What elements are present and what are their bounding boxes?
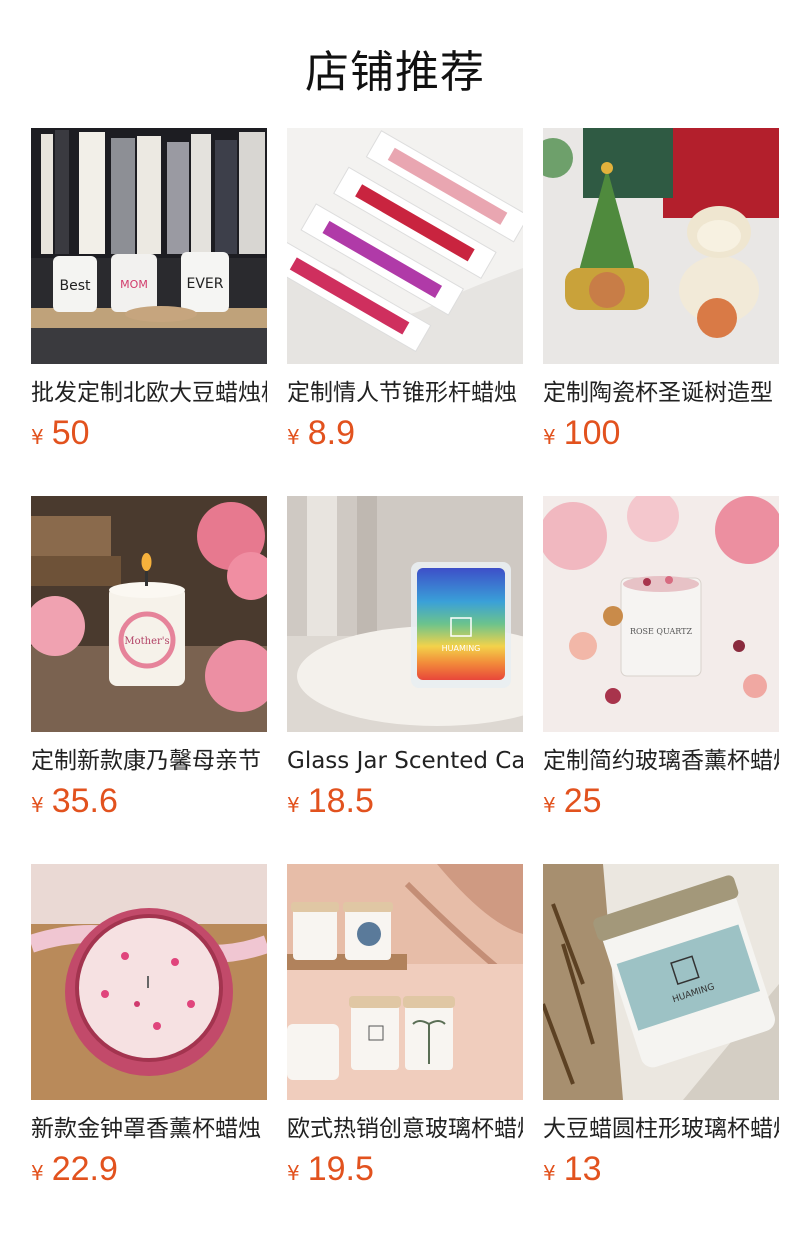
product-price: ¥ 13 bbox=[543, 1150, 779, 1194]
svg-text:EVER: EVER bbox=[187, 276, 224, 292]
product-price: ¥ 22.9 bbox=[31, 1150, 267, 1194]
product-card[interactable]: HUAMING Glass Jar Scented Candle ¥ 18.5 bbox=[287, 496, 523, 864]
product-price: ¥ 8.9 bbox=[287, 414, 523, 458]
svg-text:Best: Best bbox=[59, 278, 91, 294]
product-price: ¥ 100 bbox=[543, 414, 779, 458]
currency-symbol: ¥ bbox=[287, 425, 300, 449]
product-name[interactable]: 欧式热销创意玻璃杯蜡烛 bbox=[287, 1114, 523, 1144]
currency-symbol: ¥ bbox=[543, 793, 556, 817]
product-image[interactable]: Best MOM EVER bbox=[31, 128, 267, 364]
product-name[interactable]: 定制陶瓷杯圣诞树造型 bbox=[543, 378, 779, 408]
svg-text:Mother's: Mother's bbox=[124, 636, 169, 647]
product-name[interactable]: Glass Jar Scented Candle bbox=[287, 746, 523, 776]
product-card[interactable]: 欧式热销创意玻璃杯蜡烛 ¥ 19.5 bbox=[287, 864, 523, 1232]
product-name[interactable]: 大豆蜡圆柱形玻璃杯蜡烛 bbox=[543, 1114, 779, 1144]
product-price: ¥ 19.5 bbox=[287, 1150, 523, 1194]
currency-symbol: ¥ bbox=[287, 1161, 300, 1185]
currency-symbol: ¥ bbox=[287, 793, 300, 817]
product-image[interactable] bbox=[287, 128, 523, 364]
product-card[interactable]: 定制陶瓷杯圣诞树造型 ¥ 100 bbox=[543, 128, 779, 496]
product-name[interactable]: 定制情人节锥形杆蜡烛 bbox=[287, 378, 523, 408]
currency-symbol: ¥ bbox=[31, 1161, 44, 1185]
product-card[interactable]: 定制情人节锥形杆蜡烛 ¥ 8.9 bbox=[287, 128, 523, 496]
product-name[interactable]: 新款金钟罩香薰杯蜡烛 bbox=[31, 1114, 267, 1144]
product-image[interactable] bbox=[543, 128, 779, 364]
product-card[interactable]: ROSE QUARTZ 定制简约玻璃香薰杯蜡烛 ¥ 25 bbox=[543, 496, 779, 864]
currency-symbol: ¥ bbox=[543, 425, 556, 449]
product-name[interactable]: 定制新款康乃馨母亲节 bbox=[31, 746, 267, 776]
product-image[interactable]: HUAMING bbox=[287, 496, 523, 732]
price-value: 35.6 bbox=[51, 782, 118, 820]
product-card[interactable]: Mother's 定制新款康乃馨母亲节 ¥ 35.6 bbox=[31, 496, 267, 864]
price-value: 13 bbox=[563, 1150, 602, 1188]
product-name[interactable]: 定制简约玻璃香薰杯蜡烛 bbox=[543, 746, 779, 776]
product-card[interactable]: Best MOM EVER 批发定制北欧大豆蜡烛杯 ¥ 50 bbox=[31, 128, 267, 496]
product-grid: Best MOM EVER 批发定制北欧大豆蜡烛杯 ¥ 50 定制情人节锥形杆蜡… bbox=[31, 128, 779, 1232]
page-title: 店铺推荐 bbox=[305, 47, 485, 98]
price-value: 50 bbox=[51, 414, 90, 452]
product-image[interactable]: ROSE QUARTZ bbox=[543, 496, 779, 732]
product-price: ¥ 25 bbox=[543, 782, 779, 826]
product-price: ¥ 50 bbox=[31, 414, 267, 458]
price-value: 8.9 bbox=[307, 414, 355, 452]
price-value: 18.5 bbox=[307, 782, 374, 820]
price-value: 100 bbox=[563, 414, 621, 452]
product-name[interactable]: 批发定制北欧大豆蜡烛杯 bbox=[31, 378, 267, 408]
product-image[interactable] bbox=[287, 864, 523, 1100]
currency-symbol: ¥ bbox=[543, 1161, 556, 1185]
svg-text:HUAMING: HUAMING bbox=[442, 644, 481, 653]
product-image[interactable]: HUAMING bbox=[543, 864, 779, 1100]
product-card[interactable]: 新款金钟罩香薰杯蜡烛 ¥ 22.9 bbox=[31, 864, 267, 1232]
price-value: 19.5 bbox=[307, 1150, 374, 1188]
price-value: 25 bbox=[563, 782, 602, 820]
svg-text:ROSE QUARTZ: ROSE QUARTZ bbox=[630, 627, 692, 636]
price-value: 22.9 bbox=[51, 1150, 118, 1188]
product-image[interactable]: Mother's bbox=[31, 496, 267, 732]
product-image[interactable] bbox=[31, 864, 267, 1100]
product-card[interactable]: HUAMING 大豆蜡圆柱形玻璃杯蜡烛 ¥ 13 bbox=[543, 864, 779, 1232]
product-price: ¥ 35.6 bbox=[31, 782, 267, 826]
product-price: ¥ 18.5 bbox=[287, 782, 523, 826]
currency-symbol: ¥ bbox=[31, 425, 44, 449]
svg-text:MOM: MOM bbox=[120, 278, 148, 291]
currency-symbol: ¥ bbox=[31, 793, 44, 817]
